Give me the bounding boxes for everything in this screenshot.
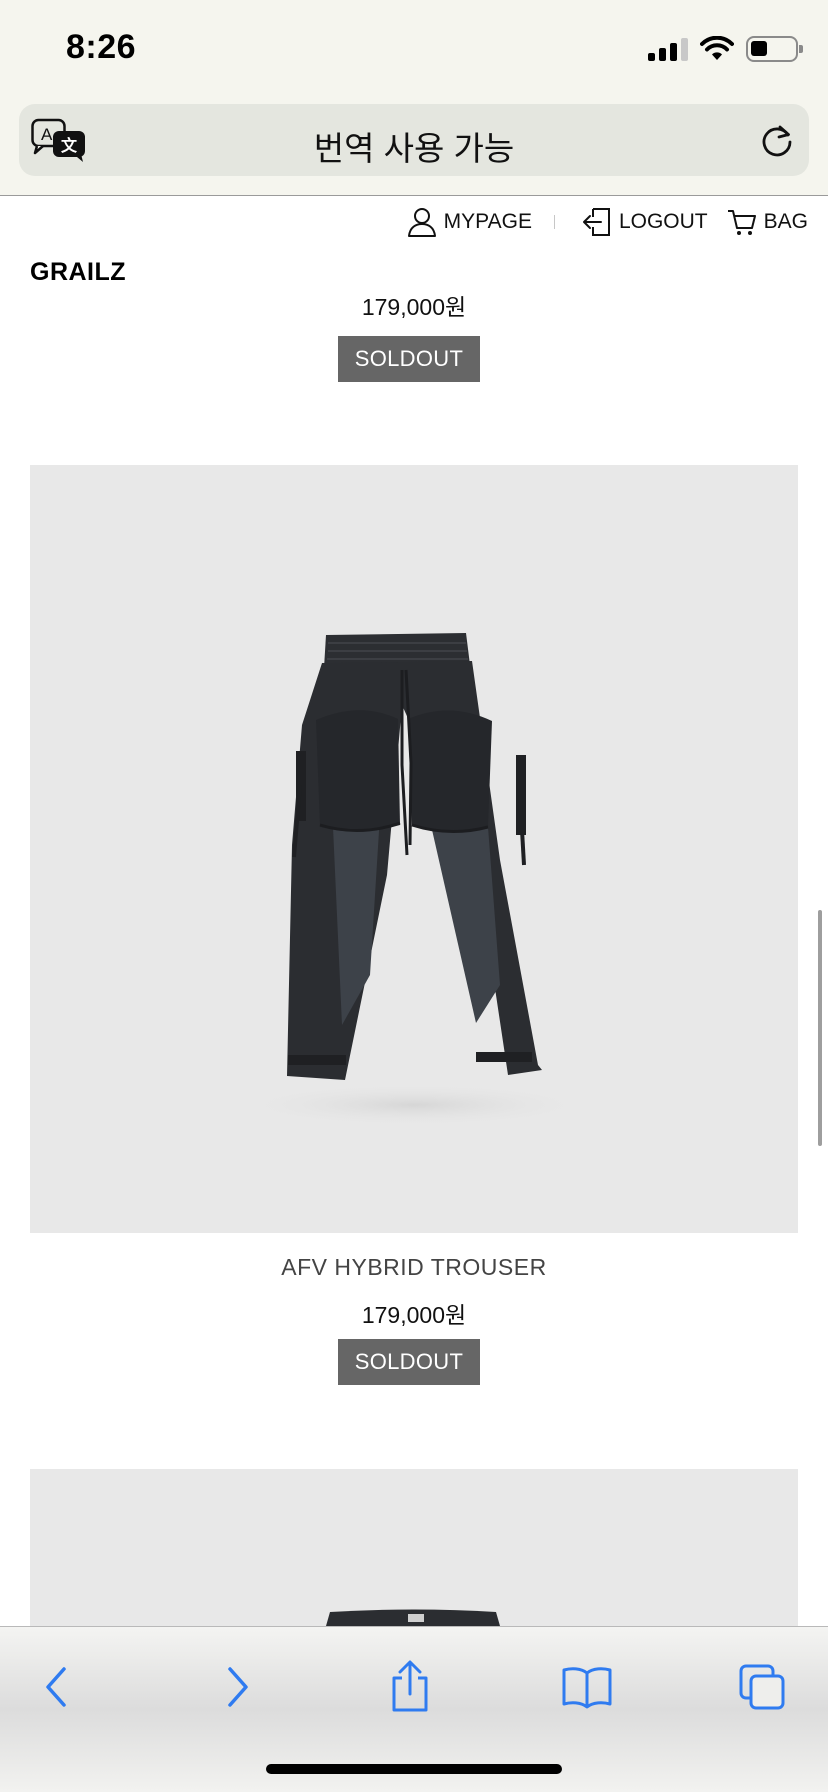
product-price-text: 179,000원: [361, 294, 467, 318]
address-bar[interactable]: A 文 번역 사용 가능: [19, 104, 809, 176]
reload-icon[interactable]: [759, 122, 795, 158]
share-icon: [392, 1660, 428, 1712]
tabs-button[interactable]: [730, 1655, 794, 1719]
product-image[interactable]: [30, 465, 798, 1233]
mypage-label: MYPAGE: [443, 210, 532, 233]
cellular-signal-icon: [648, 37, 688, 61]
scrollbar[interactable]: [818, 910, 822, 1146]
product-image[interactable]: [30, 1469, 798, 1626]
chevron-left-icon: [46, 1667, 66, 1707]
address-text: 번역 사용 가능: [313, 130, 515, 167]
trouser-image: [234, 633, 594, 1127]
browser-address-area: A 文 번역 사용 가능: [0, 100, 828, 196]
status-icons: [648, 34, 803, 64]
soldout-button[interactable]: SOLDOUT: [338, 336, 480, 382]
bookmarks-button[interactable]: [555, 1655, 619, 1719]
battery-icon: [746, 36, 803, 62]
top-nav: MYPAGE LOGOUT BAG: [406, 204, 808, 240]
home-indicator[interactable]: [266, 1764, 562, 1774]
product-name[interactable]: AFV HYBRID TROUSER: [0, 1254, 828, 1281]
forward-button[interactable]: [204, 1655, 268, 1719]
cart-icon: [727, 210, 756, 235]
product-image-partial: [326, 1609, 500, 1626]
product-price: 179,000원: [0, 292, 828, 318]
logout-icon: [582, 208, 610, 236]
soldout-button[interactable]: SOLDOUT: [338, 1339, 480, 1385]
bag-label: BAG: [763, 210, 808, 233]
logout-label: LOGOUT: [618, 210, 708, 233]
wifi-icon: [700, 36, 734, 60]
brand-logo[interactable]: GRAILZ: [30, 258, 126, 287]
chevron-right-icon: [228, 1667, 248, 1707]
status-time: 8:26: [66, 28, 137, 66]
product-price: 179,000원: [361, 1302, 467, 1328]
bag-link[interactable]: BAG: [726, 206, 808, 238]
nav-divider: [553, 215, 555, 229]
logout-link[interactable]: LOGOUT: [581, 206, 708, 238]
book-icon: [562, 1667, 612, 1709]
back-button[interactable]: [26, 1655, 90, 1719]
share-button[interactable]: [378, 1655, 442, 1719]
mypage-link[interactable]: MYPAGE: [406, 206, 532, 238]
user-icon: [407, 208, 436, 237]
tabs-icon: [739, 1664, 785, 1710]
status-bar: 8:26: [0, 0, 828, 100]
